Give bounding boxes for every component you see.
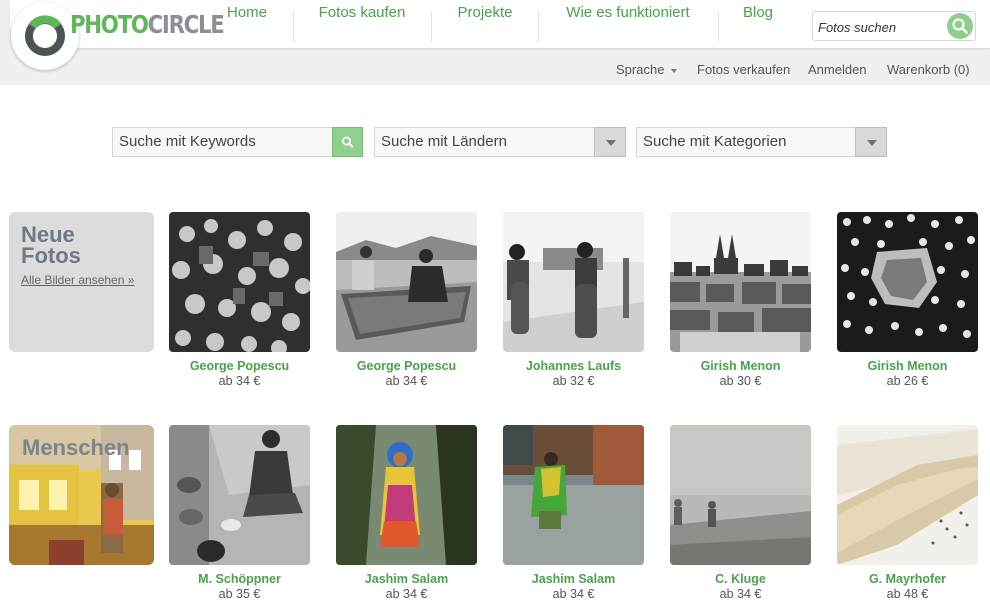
nav-divider	[718, 12, 719, 42]
language-label: Sprache	[616, 62, 665, 77]
photo-card[interactable]	[169, 425, 310, 565]
photographer-name[interactable]: George Popescu	[169, 359, 310, 373]
search-icon	[341, 136, 353, 148]
top-search-button[interactable]	[947, 13, 973, 39]
photo-fog-hikers	[670, 425, 811, 565]
photo-card[interactable]	[670, 212, 811, 352]
photographer-name[interactable]: George Popescu	[336, 359, 477, 373]
photographer-name[interactable]: Girish Menon	[837, 359, 978, 373]
people-category-card[interactable]: Menschen	[9, 425, 154, 565]
cart-link[interactable]: Warenkorb (0)	[887, 62, 970, 77]
photo-festival-bw	[837, 212, 978, 352]
photographer-name[interactable]: M. Schöppner	[169, 572, 310, 586]
language-menu[interactable]: Sprache	[616, 62, 678, 77]
photo-price: ab 26 €	[886, 374, 929, 388]
photographer-name[interactable]: Girish Menon	[670, 359, 811, 373]
nav-blog[interactable]: Blog	[728, 0, 788, 26]
photographer-name[interactable]: C. Kluge	[670, 572, 811, 586]
photo-price: ab 34 €	[385, 587, 428, 601]
photo-price: ab 34 €	[552, 587, 595, 601]
nav-buy-photos[interactable]: Fotos kaufen	[303, 0, 421, 26]
nav-divider	[431, 12, 432, 42]
photo-card[interactable]	[336, 212, 477, 352]
photo-card[interactable]	[169, 212, 310, 352]
photographer-name[interactable]: Johannes Laufs	[503, 359, 644, 373]
new-photos-title-line2: Fotos	[21, 243, 81, 268]
photo-price: ab 35 €	[218, 587, 261, 601]
new-photos-card[interactable]: Neue Fotos Alle Bilder ansehen »	[9, 212, 154, 352]
keyword-search-button[interactable]	[332, 127, 363, 157]
photographer-name[interactable]: Jashim Salam	[336, 572, 477, 586]
view-all-photos-link[interactable]: Alle Bilder ansehen »	[21, 273, 134, 287]
new-photos-title: Neue Fotos	[21, 224, 81, 268]
nav-how-it-works[interactable]: Wie es funktioniert	[548, 0, 708, 26]
top-search-input[interactable]	[818, 17, 943, 37]
nav-divider	[538, 12, 539, 42]
category-select[interactable]: Suche mit Kategorien	[636, 127, 856, 157]
nav-home[interactable]: Home	[213, 0, 281, 26]
top-search-box	[812, 11, 976, 41]
photographer-name[interactable]: Jashim Salam	[503, 572, 644, 586]
people-category-title: Menschen	[22, 435, 130, 460]
photo-price: ab 48 €	[886, 587, 929, 601]
page: PHOTOCIRCLE Home Fotos kaufen Projekte W…	[0, 0, 990, 610]
photographer-name[interactable]: G. Mayrhofer	[837, 572, 978, 586]
logo-wordmark[interactable]: PHOTOCIRCLE	[70, 10, 225, 40]
photo-girl-water	[336, 425, 477, 565]
chevron-down-icon	[671, 68, 678, 73]
photo-card[interactable]	[336, 425, 477, 565]
login-link[interactable]: Anmelden	[808, 62, 867, 77]
photo-card[interactable]	[503, 425, 644, 565]
photo-card[interactable]	[503, 212, 644, 352]
sell-photos-link[interactable]: Fotos verkaufen	[697, 62, 790, 77]
photo-beach-aerial	[837, 425, 978, 565]
photo-price: ab 30 €	[719, 374, 762, 388]
photo-card[interactable]	[670, 425, 811, 565]
photo-price: ab 34 €	[719, 587, 762, 601]
search-icon	[952, 18, 968, 34]
photo-boat-bw	[336, 212, 477, 352]
nav-divider	[293, 12, 294, 42]
chevron-down-icon	[606, 140, 616, 146]
photo-flood-woman	[503, 425, 644, 565]
photo-crowd-bw	[169, 212, 310, 352]
photo-card[interactable]	[837, 425, 978, 565]
photo-man-pottery-bw	[169, 425, 310, 565]
keyword-search-input[interactable]: Suche mit Keywords	[112, 127, 333, 157]
photo-price: ab 34 €	[385, 374, 428, 388]
category-dropdown-button[interactable]	[855, 127, 887, 157]
photo-card[interactable]	[837, 212, 978, 352]
logo-icon[interactable]	[23, 14, 67, 58]
photo-city-bw	[670, 212, 811, 352]
photo-price: ab 34 €	[218, 374, 261, 388]
country-dropdown-button[interactable]	[594, 127, 626, 157]
logo-part-photo: PHOTO	[70, 10, 149, 39]
country-select[interactable]: Suche mit Ländern	[374, 127, 595, 157]
chevron-down-icon	[867, 140, 877, 146]
nav-projects[interactable]: Projekte	[441, 0, 529, 26]
photo-children-bw	[503, 212, 644, 352]
photo-price: ab 32 €	[552, 374, 595, 388]
